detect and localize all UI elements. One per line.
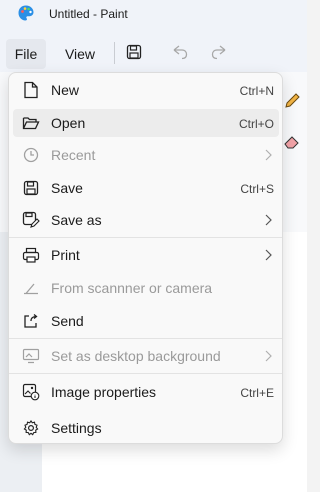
desktop-background-icon [22,347,40,365]
menu-item-open[interactable]: Open Ctrl+O [13,109,279,137]
menu-item-label: Save [51,180,83,196]
redo-button[interactable] [207,40,231,64]
toolbar-divider [114,42,115,64]
shortcut-label: Ctrl+O [238,117,274,131]
menu-item-image-properties[interactable]: Image properties Ctrl+E [13,378,279,406]
menu-item-save-as[interactable]: Save as [13,206,279,234]
new-file-icon [22,81,40,99]
menu-item-label: New [51,82,80,98]
menu-item-settings[interactable]: Settings [13,414,279,442]
image-properties-icon [22,383,40,401]
file-menu-button[interactable]: File [6,39,46,69]
eraser-tool-icon[interactable] [283,132,301,150]
save-icon [22,179,40,197]
menu-item-set-desktop-background[interactable]: Set as desktop background [13,342,279,370]
folder-open-icon [22,114,40,132]
menu-item-label: Save as [51,212,102,228]
shortcut-label: Ctrl+S [240,182,274,196]
save-button[interactable] [122,40,146,64]
chevron-right-icon [262,248,274,262]
menu-item-label: Recent [51,147,96,163]
save-as-icon [22,211,40,229]
redo-icon [211,45,226,60]
menu-separator [9,373,282,374]
pencil-tool-icon[interactable] [283,92,301,110]
menu-item-recent[interactable]: Recent [13,141,279,169]
undo-button[interactable] [168,40,192,64]
menu-item-send[interactable]: Send [13,307,279,335]
menu-item-save[interactable]: Save Ctrl+S [13,174,279,202]
save-icon [126,44,142,60]
menu-item-label: Image properties [51,384,157,400]
file-menu-dropdown: New Ctrl+N Open Ctrl+O Recent Save Ctrl+… [8,72,283,444]
share-icon [22,312,40,330]
window-title: Untitled - Paint [49,7,128,21]
menu-item-label: From scannner or camera [51,280,213,296]
menu-item-new[interactable]: New Ctrl+N [13,76,279,104]
menu-item-label: Print [51,247,80,263]
scanner-icon [22,279,40,297]
menu-item-label: Send [51,313,84,329]
menu-item-from-scanner[interactable]: From scannner or camera [13,274,279,302]
menu-item-label: Open [51,115,86,131]
title-bar: Untitled - Paint [0,0,307,30]
shortcut-label: Ctrl+N [239,84,274,98]
menu-item-label: Settings [51,420,102,436]
menu-item-label: Set as desktop background [51,348,221,364]
view-menu-button[interactable]: View [55,39,105,69]
chevron-right-icon [262,213,274,227]
gear-icon [22,419,40,437]
menu-separator [9,237,282,238]
menu-item-print[interactable]: Print [13,241,279,269]
menu-bar [0,30,307,72]
printer-icon [22,246,40,264]
clock-icon [22,146,40,164]
chevron-right-icon [262,349,274,363]
undo-icon [173,45,188,60]
chevron-right-icon [262,148,274,162]
paint-app-icon [18,5,34,21]
menu-separator [9,338,282,339]
shortcut-label: Ctrl+E [240,386,274,400]
